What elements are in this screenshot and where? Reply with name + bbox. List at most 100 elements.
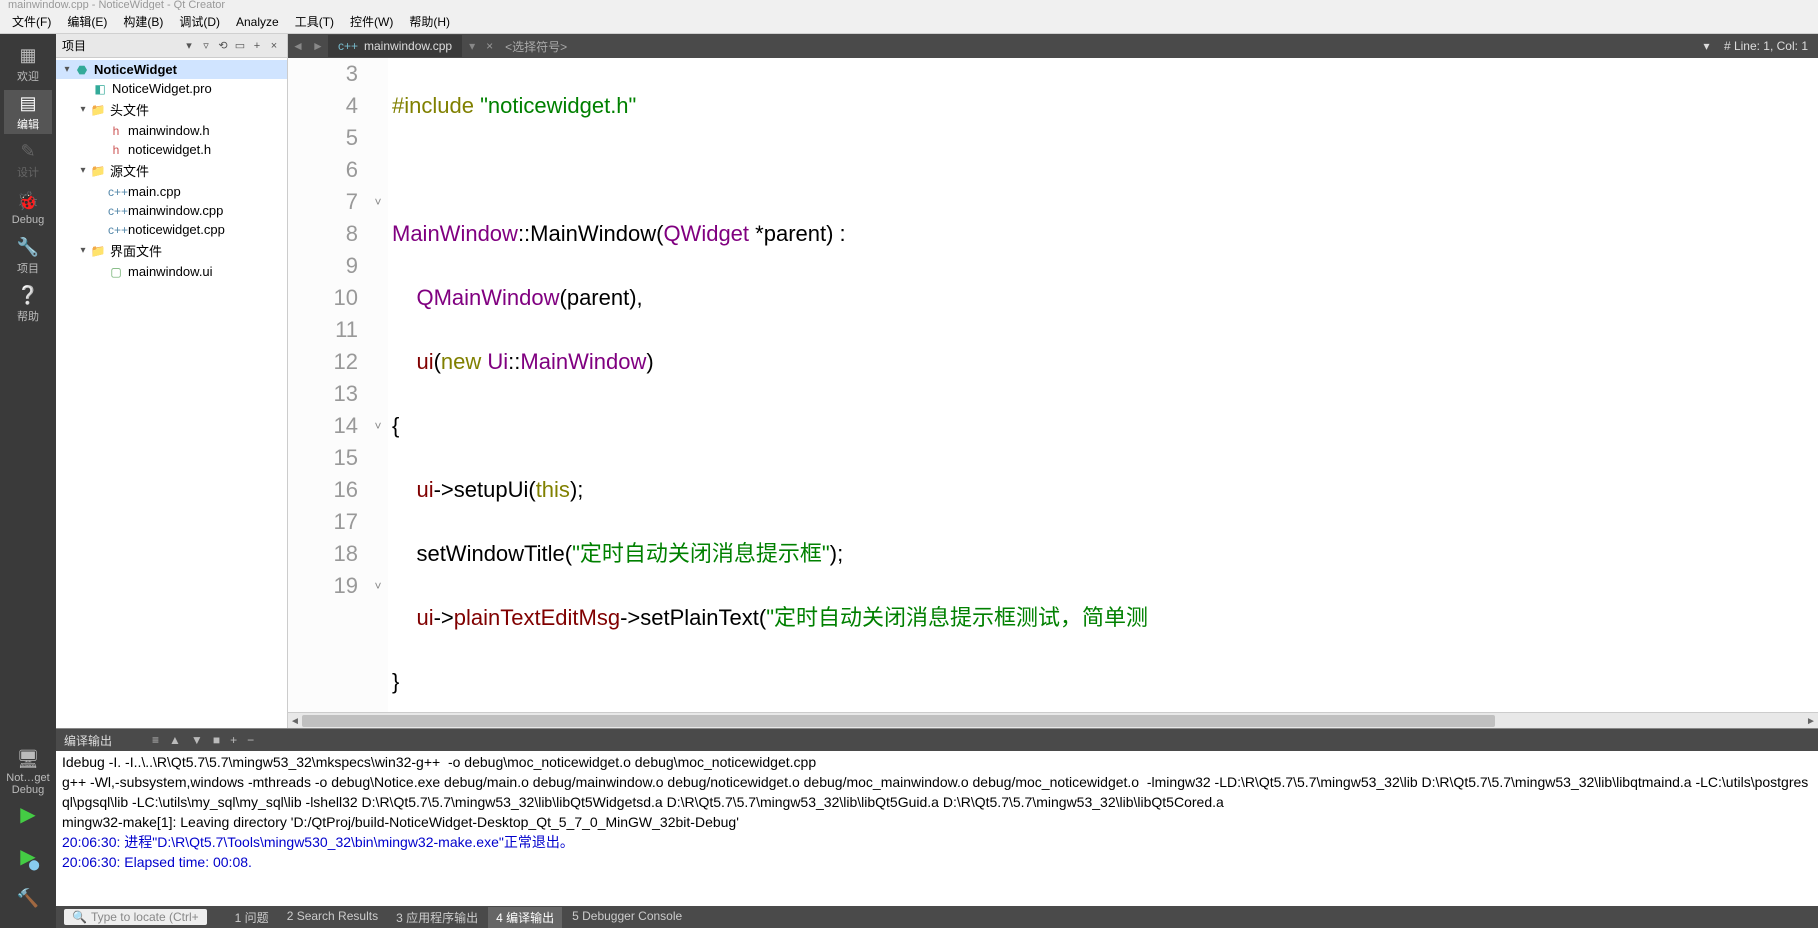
status-tab-appout[interactable]: 3 应用程序输出	[388, 907, 486, 928]
dropdown-icon[interactable]: ▾	[182, 39, 196, 53]
folder-icon: 📁	[90, 164, 106, 178]
tree-header-file[interactable]: h mainwindow.h	[56, 121, 287, 140]
output-pane-title: 编译输出	[64, 732, 112, 749]
link-icon[interactable]: ⟲	[216, 39, 230, 53]
edit-icon: ▤	[19, 93, 36, 114]
scroll-thumb[interactable]	[302, 715, 1495, 727]
output-stop-icon[interactable]: ■	[213, 733, 220, 747]
tree-pro-file[interactable]: ◧ NoticeWidget.pro	[56, 79, 287, 98]
menu-file[interactable]: 文件(F)	[4, 11, 59, 32]
tree-forms-group[interactable]: ▾ 📁 界面文件	[56, 239, 287, 262]
split-icon[interactable]: ▭	[233, 39, 247, 53]
tab-close-icon[interactable]: ×	[482, 39, 497, 53]
menu-tools[interactable]: 工具(T)	[287, 11, 342, 32]
play-icon: ▶	[20, 802, 35, 827]
add-icon[interactable]: +	[250, 39, 264, 53]
scroll-right-icon[interactable]: ►	[1804, 713, 1818, 728]
chevron-down-icon: ▾	[60, 64, 74, 75]
run-button[interactable]: ▶	[4, 794, 52, 834]
fold-toggle[interactable]: ˅	[368, 410, 388, 442]
menu-debug[interactable]: 调试(D)	[171, 11, 228, 32]
build-button[interactable]: 🔨	[4, 878, 52, 918]
bug-icon: 🐞	[17, 191, 39, 212]
editor-body[interactable]: 3 4 5 6 7 8 9 10 11 12 13 14 15 16	[288, 58, 1818, 712]
output-config-icon[interactable]: ≡	[152, 733, 159, 747]
tree-sources-group[interactable]: ▾ 📁 源文件	[56, 159, 287, 182]
tree-header-file[interactable]: h noticewidget.h	[56, 140, 287, 159]
h-file-icon: h	[108, 124, 124, 138]
tree-source-file[interactable]: c++ mainwindow.cpp	[56, 201, 287, 220]
target-selector[interactable]: 🖥 Not…get Debug	[4, 752, 52, 792]
search-icon: 🔍	[72, 910, 87, 924]
editor-tab-active[interactable]: c++ mainwindow.cpp	[328, 35, 462, 57]
output-body[interactable]: Idebug -I. -I..\..\R\Qt5.7\5.7\mingw53_3…	[56, 751, 1818, 906]
tab-dropdown-icon[interactable]: ▾	[462, 39, 482, 53]
menu-analyze[interactable]: Analyze	[228, 13, 287, 31]
window-title: mainwindow.cpp - NoticeWidget - Qt Creat…	[8, 0, 225, 10]
menu-build[interactable]: 构建(B)	[115, 11, 171, 32]
scroll-left-icon[interactable]: ◄	[288, 713, 302, 728]
menu-widgets[interactable]: 控件(W)	[342, 11, 401, 32]
status-tab-search[interactable]: 2 Search Results	[279, 907, 386, 928]
chevron-down-icon: ▾	[76, 165, 90, 176]
chevron-down-icon: ▾	[76, 104, 90, 115]
mode-welcome[interactable]: ▦ 欢迎	[4, 42, 52, 86]
close-icon[interactable]: ×	[267, 39, 281, 53]
tree-source-file[interactable]: c++ noticewidget.cpp	[56, 220, 287, 239]
monitor-icon: 🖥	[17, 749, 40, 770]
ui-file-icon: ▢	[108, 265, 124, 279]
project-pane-title[interactable]: 项目	[62, 37, 182, 54]
cursor-position: # Line: 1, Col: 1	[1724, 39, 1808, 53]
status-tab-compile[interactable]: 4 编译输出	[488, 907, 562, 928]
menu-edit[interactable]: 编辑(E)	[59, 11, 115, 32]
h-file-icon: h	[108, 143, 124, 157]
mode-edit[interactable]: ▤ 编辑	[4, 90, 52, 134]
line-gutter: 3 4 5 6 7 8 9 10 11 12 13 14 15 16	[288, 58, 368, 712]
code-content[interactable]: #include "noticewidget.h" MainWindow::Ma…	[388, 58, 1818, 712]
nav-back-icon[interactable]: ◄	[288, 39, 308, 53]
pro-file-icon: ◧	[92, 82, 108, 96]
mode-sidebar: ▦ 欢迎 ▤ 编辑 ✎ 设计 🐞 Debug 🔧 项目 ❔ 帮助 🖥 Not…g…	[0, 34, 56, 928]
editor-hscrollbar[interactable]: ◄ ►	[288, 712, 1818, 728]
mode-debug[interactable]: 🐞 Debug	[4, 186, 52, 230]
fold-toggle[interactable]: ˅	[368, 186, 388, 218]
menubar: 文件(F) 编辑(E) 构建(B) 调试(D) Analyze 工具(T) 控件…	[0, 10, 1818, 34]
folder-icon: 📁	[90, 103, 106, 117]
wrench-icon: 🔧	[17, 237, 39, 258]
tree-source-file[interactable]: c++ main.cpp	[56, 182, 287, 201]
tree-form-file[interactable]: ▢ mainwindow.ui	[56, 262, 287, 281]
status-tab-issues[interactable]: 1 问题	[227, 907, 277, 928]
output-up-icon[interactable]: ▲	[169, 733, 181, 747]
cpp-file-icon: c++	[108, 204, 124, 218]
status-tab-debugconsole[interactable]: 5 Debugger Console	[564, 907, 690, 928]
symbol-selector[interactable]: <选择符号>	[497, 38, 575, 55]
fold-column: ˅ ˅ ˅	[368, 58, 388, 712]
mode-design[interactable]: ✎ 设计	[4, 138, 52, 182]
chevron-down-icon: ▾	[76, 245, 90, 256]
mode-project[interactable]: 🔧 项目	[4, 234, 52, 278]
tree-headers-group[interactable]: ▾ 📁 头文件	[56, 98, 287, 121]
project-pane: 项目 ▾ ▿ ⟲ ▭ + × ▾ ⬣ NoticeWidget	[56, 34, 288, 728]
output-down-icon[interactable]: ▼	[191, 733, 203, 747]
editor-status-dropdown[interactable]: ▾	[1703, 39, 1709, 53]
cpp-file-icon: c++	[338, 39, 358, 53]
cpp-file-icon: c++	[108, 185, 124, 199]
nav-fwd-icon[interactable]: ►	[308, 39, 328, 53]
menu-help[interactable]: 帮助(H)	[401, 11, 458, 32]
window-titlebar: mainwindow.cpp - NoticeWidget - Qt Creat…	[0, 0, 1818, 10]
output-remove-icon[interactable]: −	[247, 733, 254, 747]
tree-root[interactable]: ▾ ⬣ NoticeWidget	[56, 60, 287, 79]
play-bug-icon: ▶⬤	[20, 844, 35, 869]
output-pane-header: 编译输出 ≡ ▲ ▼ ■ + −	[56, 729, 1818, 751]
debug-run-button[interactable]: ▶⬤	[4, 836, 52, 876]
output-pane: 编译输出 ≡ ▲ ▼ ■ + − Idebug -I. -I..\..\R\Qt…	[56, 728, 1818, 906]
statusbar: 🔍 Type to locate (Ctrl+ 1 问题 2 Search Re…	[56, 906, 1818, 928]
editor-area: ◄ ► c++ mainwindow.cpp ▾ × <选择符号> ▾ # Li…	[288, 34, 1818, 728]
filter-icon[interactable]: ▿	[199, 39, 213, 53]
mode-help[interactable]: ❔ 帮助	[4, 282, 52, 326]
fold-toggle[interactable]: ˅	[368, 570, 388, 602]
project-pane-header: 项目 ▾ ▿ ⟲ ▭ + ×	[56, 34, 287, 58]
locator-input[interactable]: 🔍 Type to locate (Ctrl+	[64, 909, 207, 925]
output-add-icon[interactable]: +	[230, 733, 237, 747]
folder-icon: 📁	[90, 244, 106, 258]
